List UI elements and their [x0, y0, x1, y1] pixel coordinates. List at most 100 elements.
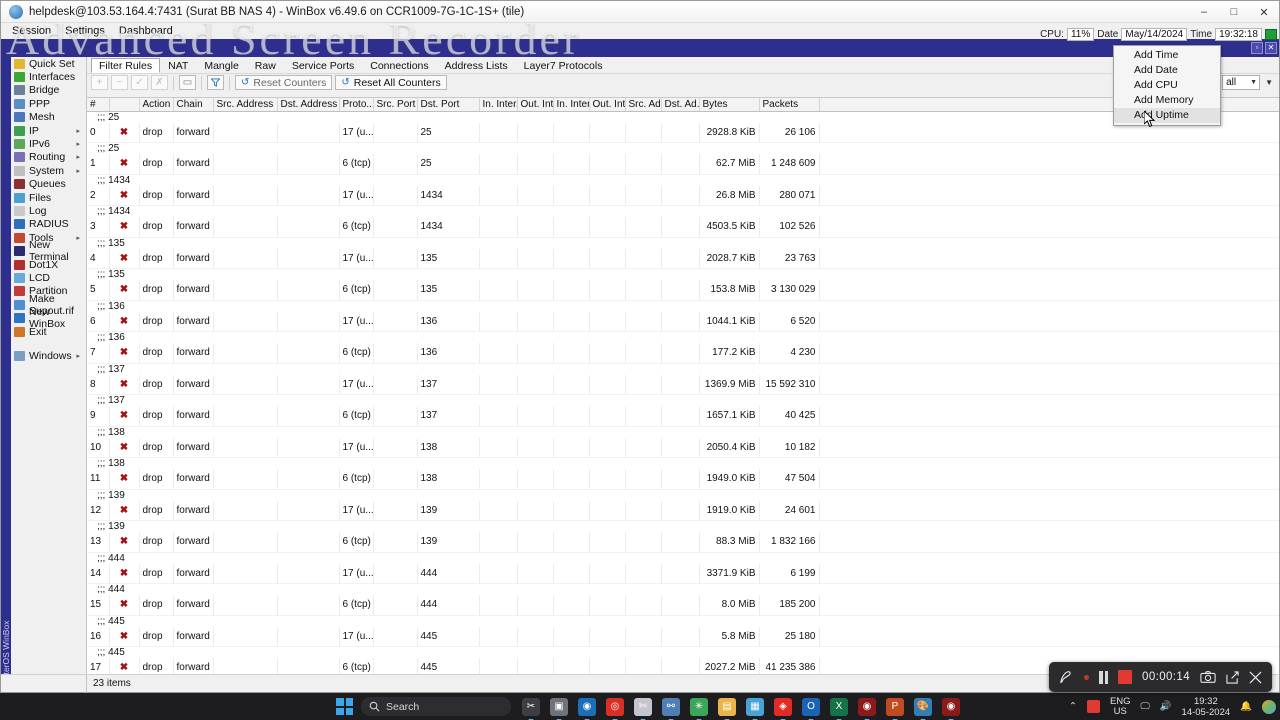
- column-header-1[interactable]: [109, 98, 140, 112]
- table-comment-row[interactable]: ;;; 25: [87, 111, 1279, 123]
- column-header-7[interactable]: Src. Port: [373, 98, 418, 112]
- add-rule-button[interactable]: +: [91, 75, 108, 90]
- menu-dashboard[interactable]: Dashboard: [112, 23, 180, 39]
- column-header-0[interactable]: #: [87, 98, 110, 112]
- table-row[interactable]: 3 ✖ drop forward 6 (tcp) 1434 4503.5 KiB 102 52…: [87, 217, 1279, 238]
- column-header-5[interactable]: Dst. Address: [277, 98, 340, 112]
- menu-item-add-uptime[interactable]: Add Uptime: [1114, 108, 1220, 123]
- task-view-icon[interactable]: ▣: [550, 697, 568, 720]
- reset-counters-button[interactable]: ↺ Reset Counters: [235, 75, 333, 90]
- sidebar-item-quick-set[interactable]: Quick Set: [11, 57, 86, 70]
- table-row[interactable]: 6 ✖ drop forward 17 (u... 136 1044.1 KiB 6 520: [87, 311, 1279, 332]
- sidebar-item-queues[interactable]: Queues: [11, 178, 86, 191]
- recorder-app2-icon[interactable]: ◉: [942, 697, 960, 720]
- table-comment-row[interactable]: ;;; 444: [87, 584, 1279, 595]
- tab-address-lists[interactable]: Address Lists: [437, 58, 516, 73]
- notification-icon[interactable]: 🔔: [1240, 701, 1252, 712]
- tab-filter-rules[interactable]: Filter Rules: [91, 58, 161, 73]
- close-pane-icon[interactable]: ✕: [1265, 42, 1277, 54]
- snipping-app-icon[interactable]: ✄: [634, 697, 652, 720]
- enable-rule-button[interactable]: ✓: [131, 75, 148, 90]
- column-header-6[interactable]: Proto...: [339, 98, 374, 112]
- table-row[interactable]: 13 ✖ drop forward 6 (tcp) 139 88.3 MiB 1 832 16…: [87, 532, 1279, 553]
- sidebar-item-files[interactable]: Files: [11, 191, 86, 204]
- table-comment-row[interactable]: ;;; 444: [87, 552, 1279, 564]
- table-comment-row[interactable]: ;;; 25: [87, 143, 1279, 154]
- table-row[interactable]: 16 ✖ drop forward 17 (u... 445 5.8 MiB 25 180: [87, 626, 1279, 647]
- notepad-icon[interactable]: ▦: [746, 697, 764, 720]
- anydesk-icon[interactable]: ◈: [774, 697, 792, 720]
- column-header-8[interactable]: Dst. Port: [417, 98, 480, 112]
- menu-item-add-time[interactable]: Add Time: [1114, 48, 1220, 63]
- sidebar-item-ip[interactable]: IP ▸: [11, 124, 86, 137]
- pen-icon[interactable]: [1059, 670, 1074, 685]
- table-row[interactable]: 9 ✖ drop forward 6 (tcp) 137 1657.1 KiB 40 425: [87, 406, 1279, 427]
- maximize-button[interactable]: □: [1219, 1, 1249, 23]
- language-indicator[interactable]: ENG US: [1110, 696, 1131, 717]
- tab-mangle[interactable]: Mangle: [196, 58, 246, 73]
- column-header-4[interactable]: Src. Address: [213, 98, 278, 112]
- excel-icon[interactable]: X: [830, 697, 848, 720]
- close-icon[interactable]: [1249, 671, 1262, 684]
- table-row[interactable]: 4 ✖ drop forward 17 (u... 135 2028.7 KiB 23 763: [87, 248, 1279, 269]
- table-comment-row[interactable]: ;;; 137: [87, 363, 1279, 375]
- table-comment-row[interactable]: ;;; 135: [87, 237, 1279, 249]
- table-comment-row[interactable]: ;;; 1434: [87, 174, 1279, 186]
- column-header-9[interactable]: In. Inter...: [479, 98, 518, 112]
- column-header-11[interactable]: In. Inter...: [553, 98, 590, 112]
- table-comment-row[interactable]: ;;; 135: [87, 269, 1279, 280]
- camera-icon[interactable]: [1200, 670, 1216, 684]
- tab-service-ports[interactable]: Service Ports: [284, 58, 362, 73]
- tab-connections[interactable]: Connections: [362, 58, 436, 73]
- toolbar-scroll-arrow[interactable]: ▼: [1263, 78, 1275, 87]
- outlook-icon[interactable]: O: [802, 697, 820, 720]
- sidebar-item-bridge[interactable]: Bridge: [11, 84, 86, 97]
- pause-icon[interactable]: [1099, 670, 1109, 684]
- sidebar-item-mesh[interactable]: Mesh: [11, 111, 86, 124]
- table-comment-row[interactable]: ;;; 139: [87, 521, 1279, 532]
- disable-rule-button[interactable]: ✗: [151, 75, 168, 90]
- user-icon[interactable]: [1262, 699, 1276, 714]
- table-row[interactable]: 12 ✖ drop forward 17 (u... 139 1919.0 KiB 24 60…: [87, 500, 1279, 521]
- chevron-up-icon[interactable]: ⌃: [1069, 701, 1077, 712]
- table-comment-row[interactable]: ;;; 1434: [87, 206, 1279, 217]
- menu-item-add-date[interactable]: Add Date: [1114, 63, 1220, 78]
- tab-layer7-protocols[interactable]: Layer7 Protocols: [516, 58, 611, 73]
- reset-all-counters-button[interactable]: ↺ Reset All Counters: [335, 75, 447, 90]
- sidebar-item-ipv6[interactable]: IPv6 ▸: [11, 137, 86, 150]
- sidebar-item-dot1x[interactable]: Dot1X: [11, 258, 86, 271]
- edge-icon[interactable]: ◉: [578, 697, 596, 720]
- minimize-button[interactable]: –: [1189, 1, 1219, 23]
- powerpoint-icon[interactable]: P: [886, 697, 904, 720]
- column-header-2[interactable]: Action: [139, 98, 174, 112]
- table-row[interactable]: 11 ✖ drop forward 6 (tcp) 138 1949.0 KiB 47 504: [87, 469, 1279, 490]
- table-comment-row[interactable]: ;;; 136: [87, 300, 1279, 312]
- snip-tool-icon[interactable]: ✂: [522, 697, 540, 720]
- table-row[interactable]: 8 ✖ drop forward 17 (u... 137 1369.9 MiB 15 592…: [87, 374, 1279, 395]
- table-row[interactable]: 2 ✖ drop forward 17 (u... 1434 26.8 MiB 280 071: [87, 185, 1279, 206]
- sidebar-item-log[interactable]: Log: [11, 204, 86, 217]
- close-button[interactable]: ✕: [1249, 1, 1279, 23]
- file-explorer-icon[interactable]: ▤: [718, 697, 736, 720]
- column-header-12[interactable]: Out. Int...: [589, 98, 626, 112]
- menu-item-add-cpu[interactable]: Add CPU: [1114, 78, 1220, 93]
- display-icon[interactable]: 🖵: [1141, 701, 1150, 712]
- column-header-16[interactable]: Packets: [759, 98, 820, 112]
- recorder-app-icon[interactable]: ◉: [858, 697, 876, 720]
- table-comment-row[interactable]: ;;; 136: [87, 332, 1279, 343]
- date-value[interactable]: May/14/2024: [1121, 27, 1188, 41]
- tab-raw[interactable]: Raw: [247, 58, 284, 73]
- time-value[interactable]: 19:32:18: [1215, 27, 1262, 41]
- column-header-3[interactable]: Chain: [173, 98, 214, 112]
- security-icon[interactable]: [1086, 700, 1100, 713]
- slack-icon[interactable]: ✳: [690, 697, 708, 720]
- sidebar-item-exit[interactable]: Exit: [11, 325, 86, 338]
- filter-icon[interactable]: [207, 75, 224, 90]
- restore-pane-icon[interactable]: ▫: [1251, 42, 1263, 54]
- column-header-14[interactable]: Dst. Ad...: [661, 98, 700, 112]
- sidebar-item-ppp[interactable]: PPP: [11, 97, 86, 110]
- expand-icon[interactable]: [1226, 670, 1239, 684]
- column-header-15[interactable]: Bytes: [699, 98, 760, 112]
- stop-icon[interactable]: [1118, 670, 1133, 684]
- filter-scope-select[interactable]: all ▼: [1222, 75, 1261, 90]
